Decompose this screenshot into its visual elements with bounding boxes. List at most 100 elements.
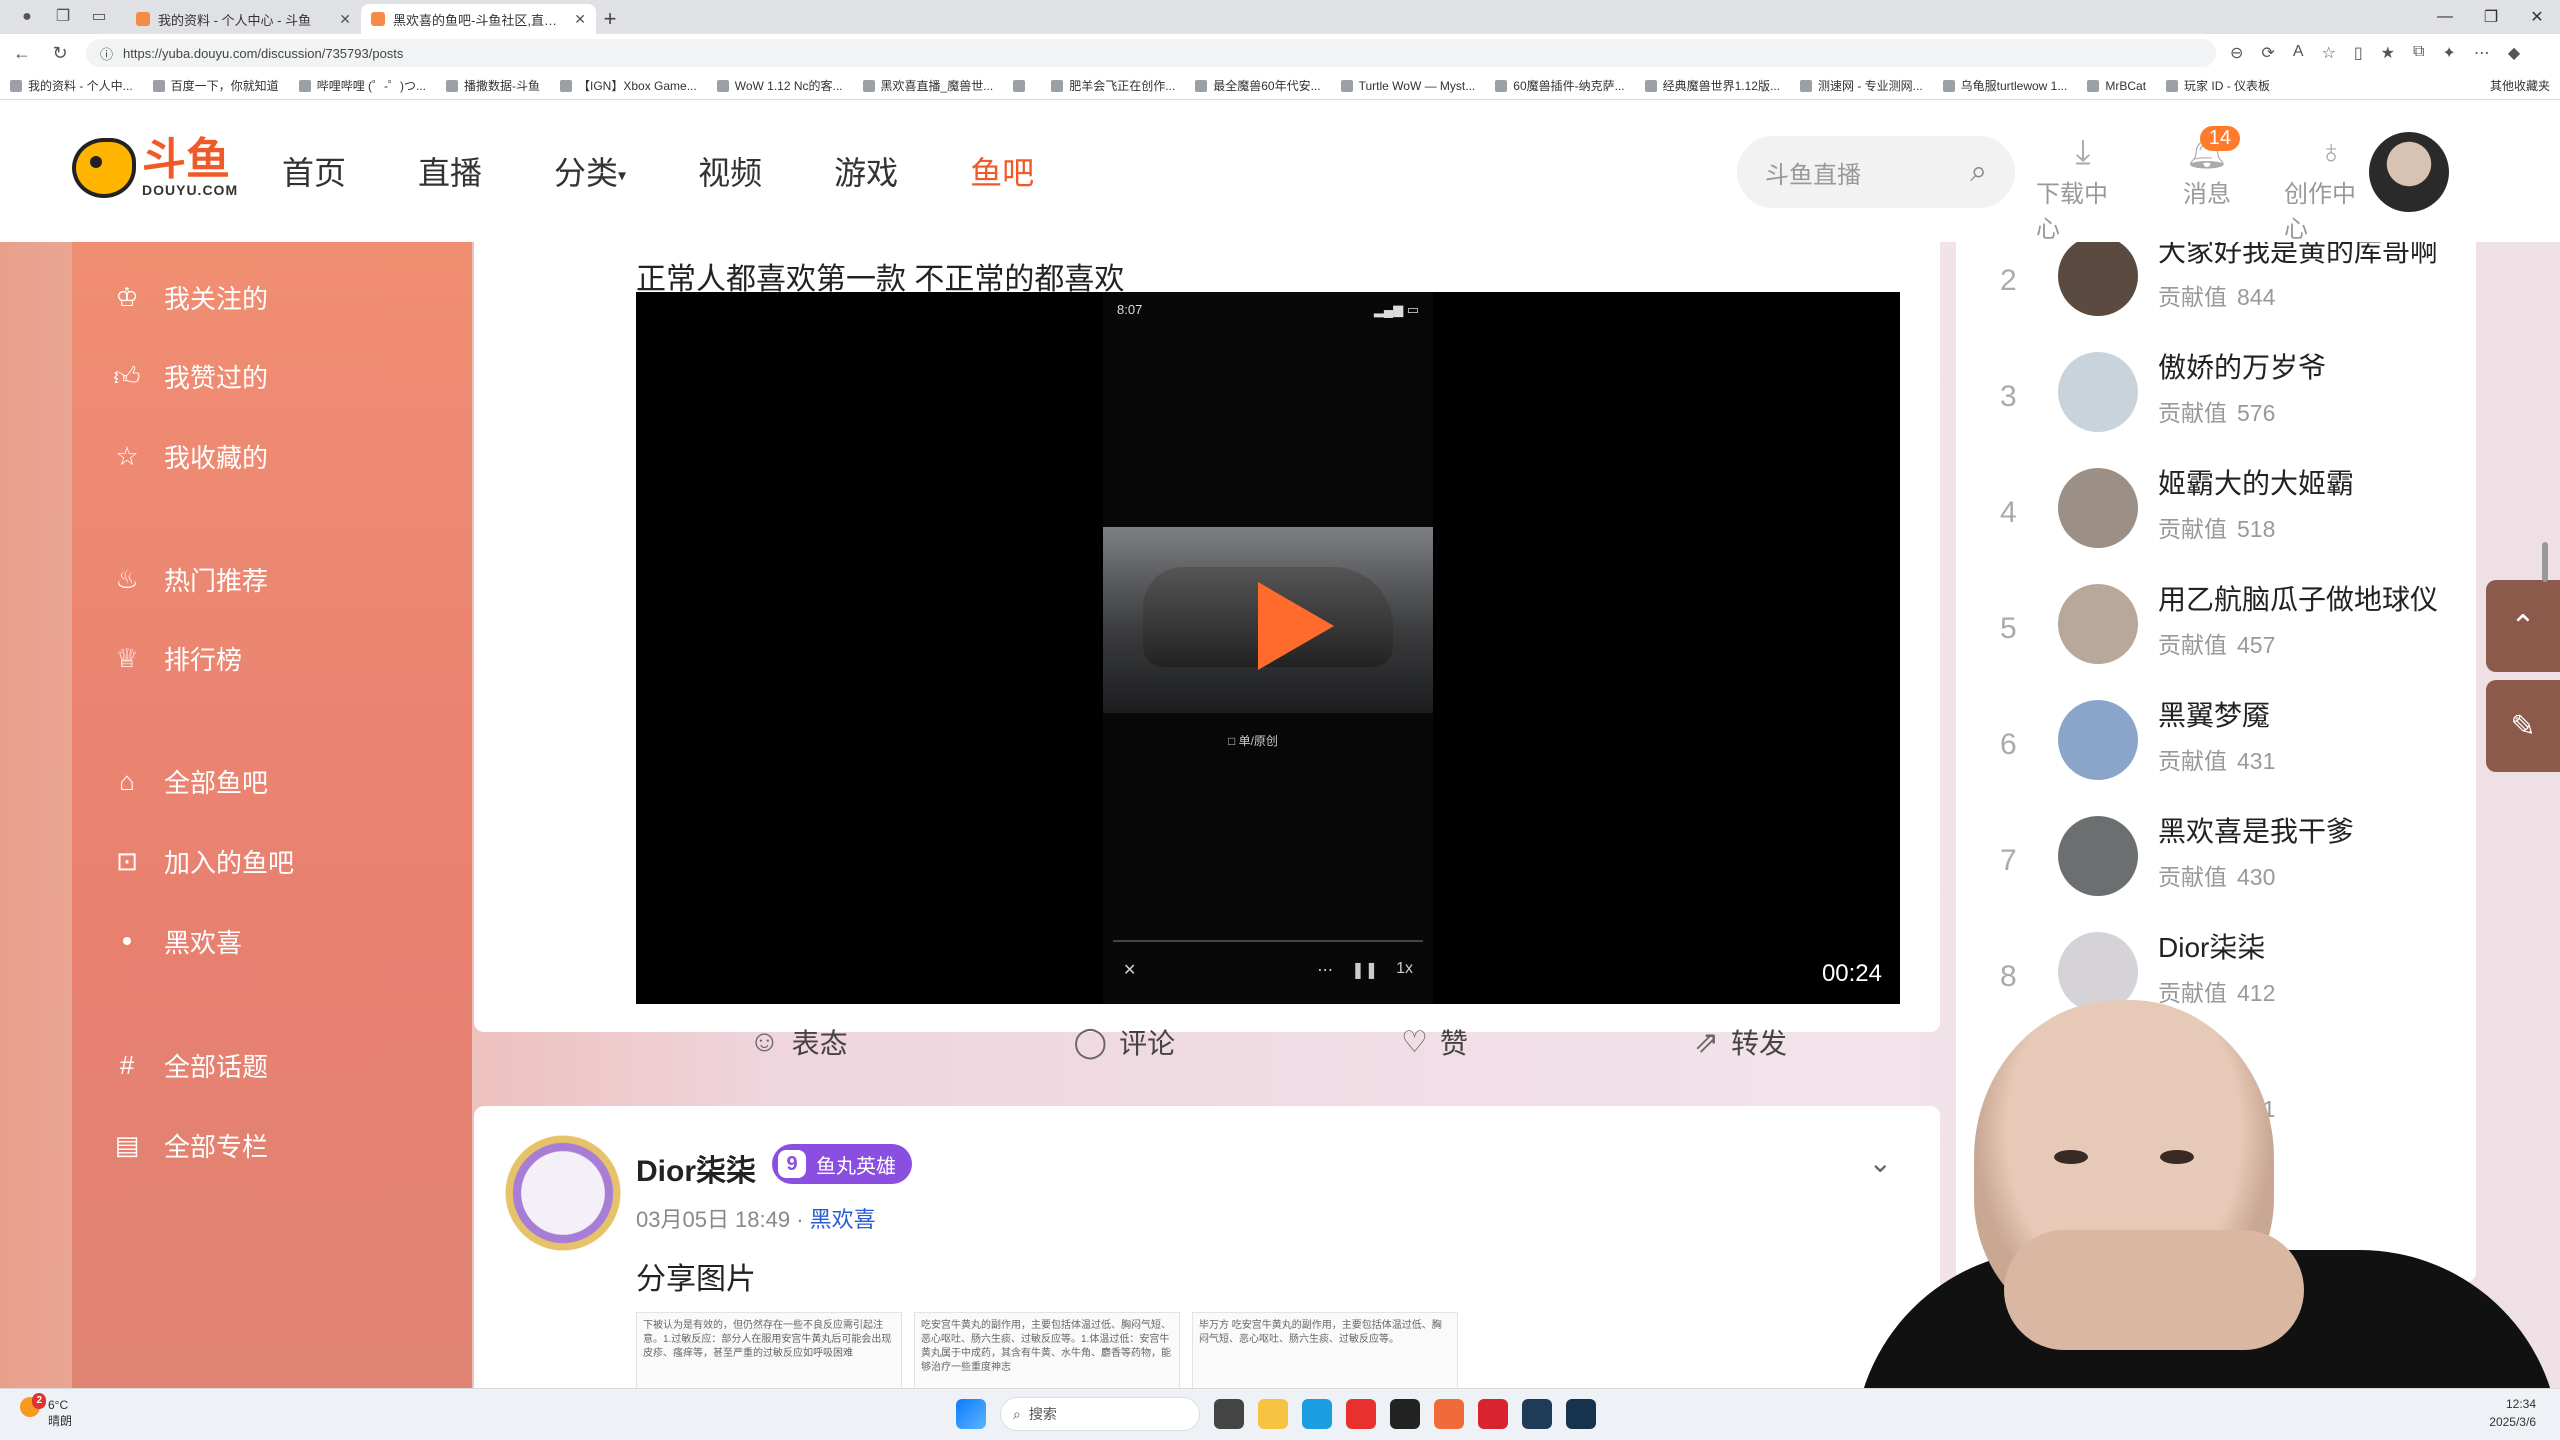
bookmark-item[interactable]: 最全魔兽60年代安... [1195,77,1321,94]
search-input[interactable]: 斗鱼直播 ⌕ [1737,136,2015,208]
copilot-icon[interactable]: ◆ [2508,43,2520,63]
page-scrollbar[interactable] [2542,542,2548,582]
rank-avatar[interactable] [2058,816,2138,896]
split-screen-icon[interactable]: ▯ [2354,43,2363,63]
task-view-icon[interactable] [1214,1399,1244,1429]
creator-center-button[interactable]: ♁ 创作中心 [2284,130,2378,244]
back-arrow-icon[interactable]: ← [10,43,34,64]
video-player[interactable]: 8:07 ▂▄▆ ▭ □ 单/原创 ✕ ⋯ ❚❚ 1x 00:24 [636,292,1900,1004]
speed-icon[interactable]: 1x [1396,960,1413,980]
app-icon[interactable] [1390,1399,1420,1429]
rank-avatar[interactable] [2058,352,2138,432]
collections-icon[interactable]: ❐ [52,8,74,26]
tab-actions-icon[interactable]: ▭ [88,8,110,26]
zoom-icon[interactable]: ⊖ [2230,43,2243,63]
search-icon[interactable]: ⌕ [1970,155,1987,189]
group-link[interactable]: 黑欢喜 [810,1207,876,1232]
taskbar-search[interactable]: ⌕ 搜索 [1000,1397,1200,1431]
steam-icon[interactable] [1566,1399,1596,1429]
rank-row[interactable]: 5 用乙航脑瓜子做地球仪 贡献值 457 [1956,584,2476,700]
like-button[interactable]: ♡ 赞 [1401,1022,1468,1062]
weather-widget[interactable]: 2 6°C 晴朗 [20,1393,72,1429]
nav-game[interactable]: 游戏 [834,148,898,194]
rank-row[interactable]: 2 大家好我是黄的库哥啊 贡献值 844 [1956,242,2476,352]
douyu-app-icon[interactable] [1434,1399,1464,1429]
sidebar-item-5[interactable]: ♕ 排行榜 [112,640,242,677]
sidebar-item-8[interactable]: 黑欢喜 [112,923,242,960]
rank-user-name[interactable]: 黑翼梦魇 [2158,694,2270,734]
url-field[interactable]: ⓘ https://yuba.douyu.com/discussion/7357… [86,39,2216,67]
rank-user-name[interactable]: 大家好我是黄的库哥啊 [2158,242,2438,270]
phone-progress-bar[interactable] [1113,940,1423,942]
nav-yuba[interactable]: 鱼吧 [970,148,1034,194]
tab-profile[interactable]: 我的资料 - 个人中心 - 斗鱼 ✕ [126,4,361,34]
bookmark-item[interactable]: WoW 1.12 Nc的客... [716,77,843,94]
sidebar-item-4[interactable]: ♨ 热门推荐 [112,561,268,598]
minimize-icon[interactable]: — [2422,8,2468,26]
rank-row[interactable]: 3 傲娇的万岁爷 贡献值 576 [1956,352,2476,468]
rank-avatar[interactable] [2058,468,2138,548]
netease-music-icon[interactable] [1478,1399,1508,1429]
rank-row[interactable]: 7 黑欢喜是我干爹 贡献值 430 [1956,816,2476,932]
translate-icon[interactable]: ⟳ [2261,43,2274,63]
rank-user-name[interactable]: 傲娇的万岁爷 [2158,346,2326,386]
bookmark-item[interactable]: 我的资料 - 个人中... [10,77,133,94]
download-center-button[interactable]: ⤓ 下载中心 [2036,130,2130,244]
nav-category[interactable]: 分类▾ [554,148,626,194]
extensions-icon[interactable]: ✦ [2442,43,2455,63]
sidebar-item-2[interactable]: 👍︎ 我赞过的 [112,358,268,395]
rank-user-name[interactable]: Dior柒柒 [2158,926,2265,966]
bookmark-item[interactable]: 玩家 ID - 仪表板 [2166,77,2270,94]
close-icon[interactable]: ✕ [1123,960,1136,980]
new-post-button[interactable]: ✎ [2486,680,2560,772]
file-explorer-icon[interactable] [1258,1399,1288,1429]
bookmark-item[interactable]: 测速网 - 专业测网... [1799,77,1923,94]
bookmark-item[interactable]: 乌龟服turtlewow 1... [1942,77,2067,94]
rank-avatar[interactable] [2058,584,2138,664]
bookmark-item[interactable]: 黑欢喜直播_魔兽世... [862,77,993,94]
other-favorites[interactable]: 其他收藏夹 [2490,77,2550,94]
rank-user-name[interactable]: 用乙航脑瓜子做地球仪 [2158,578,2438,618]
windows-start-icon[interactable] [956,1399,986,1429]
author-avatar[interactable] [498,1128,628,1258]
sidebar-item-6[interactable]: ⌂ 全部鱼吧 [112,763,268,800]
messages-button[interactable]: 🔔︎ 14 消息 [2160,126,2254,244]
bookmark-item[interactable]: Turtle WoW — Myst... [1340,79,1475,93]
wps-icon[interactable] [1346,1399,1376,1429]
react-button[interactable]: ☺ 表态 [749,1022,848,1062]
new-tab-button[interactable]: + [596,4,624,34]
favorites-icon[interactable]: ★ [2381,43,2395,63]
read-aloud-icon[interactable]: A [2293,43,2304,63]
tab-close-icon[interactable]: ✕ [339,11,351,28]
rank-row[interactable]: 6 黑翼梦魇 贡献值 431 [1956,700,2476,816]
post-image[interactable]: 吃安宫牛黄丸的副作用，主要包括体温过低、胸闷气短、恶心呕吐、肠六生痰、过敏反应等… [914,1312,1180,1388]
edge-icon[interactable] [1302,1399,1332,1429]
sidebar-item-1[interactable]: ♔ 我关注的 [112,279,268,316]
sidebar-item-7[interactable]: ⊡ 加入的鱼吧 [112,843,294,880]
nav-home[interactable]: 首页 [282,148,346,194]
bookmark-item[interactable]: 经典魔兽世界1.12版... [1644,77,1780,94]
system-clock[interactable]: 12:34 2025/3/6 [2489,1395,2536,1431]
bookmark-item[interactable]: 哔哩哔哩 (゜-゜)つ... [298,77,426,94]
refresh-icon[interactable]: ↻ [48,43,72,64]
close-window-icon[interactable]: ✕ [2514,7,2560,27]
sidebar-item-10[interactable]: ▤ 全部专栏 [112,1127,268,1164]
rank-row[interactable]: 4 姬霸大的大姬霸 贡献值 518 [1956,468,2476,584]
comment-button[interactable]: ◯ 评论 [1074,1022,1176,1062]
rank-user-name[interactable]: 姬霸大的大姬霸 [2158,462,2354,502]
author-name[interactable]: Dior柒柒 [636,1146,756,1190]
play-icon[interactable] [1258,582,1334,670]
user-avatar[interactable] [2369,132,2449,212]
sidebar-item-3[interactable]: ☆ 我收藏的 [112,438,268,475]
tab-yuba[interactable]: 黑欢喜的鱼吧-斗鱼社区,直播般分享 ✕ [361,4,596,34]
douyu-logo[interactable]: 斗鱼 DOUYU.COM [72,138,238,198]
share-button[interactable]: ⇗ 转发 [1694,1022,1787,1062]
site-info-icon[interactable]: ⓘ [100,44,113,63]
more-icon[interactable]: ⋯ [1317,960,1333,980]
collections-toolbar-icon[interactable]: ⧉ [2413,43,2424,63]
restore-icon[interactable]: ❐ [2468,7,2514,27]
bookmark-item[interactable]: 肥羊会飞正在创作... [1051,77,1175,94]
post-image[interactable]: 毕万方 吃安宫牛黄丸的副作用，主要包括体温过低、胸闷气短、恶心呕吐、肠六生痰、过… [1192,1312,1458,1388]
profile-icon[interactable]: ● [16,8,38,26]
rank-avatar[interactable] [2058,242,2138,316]
